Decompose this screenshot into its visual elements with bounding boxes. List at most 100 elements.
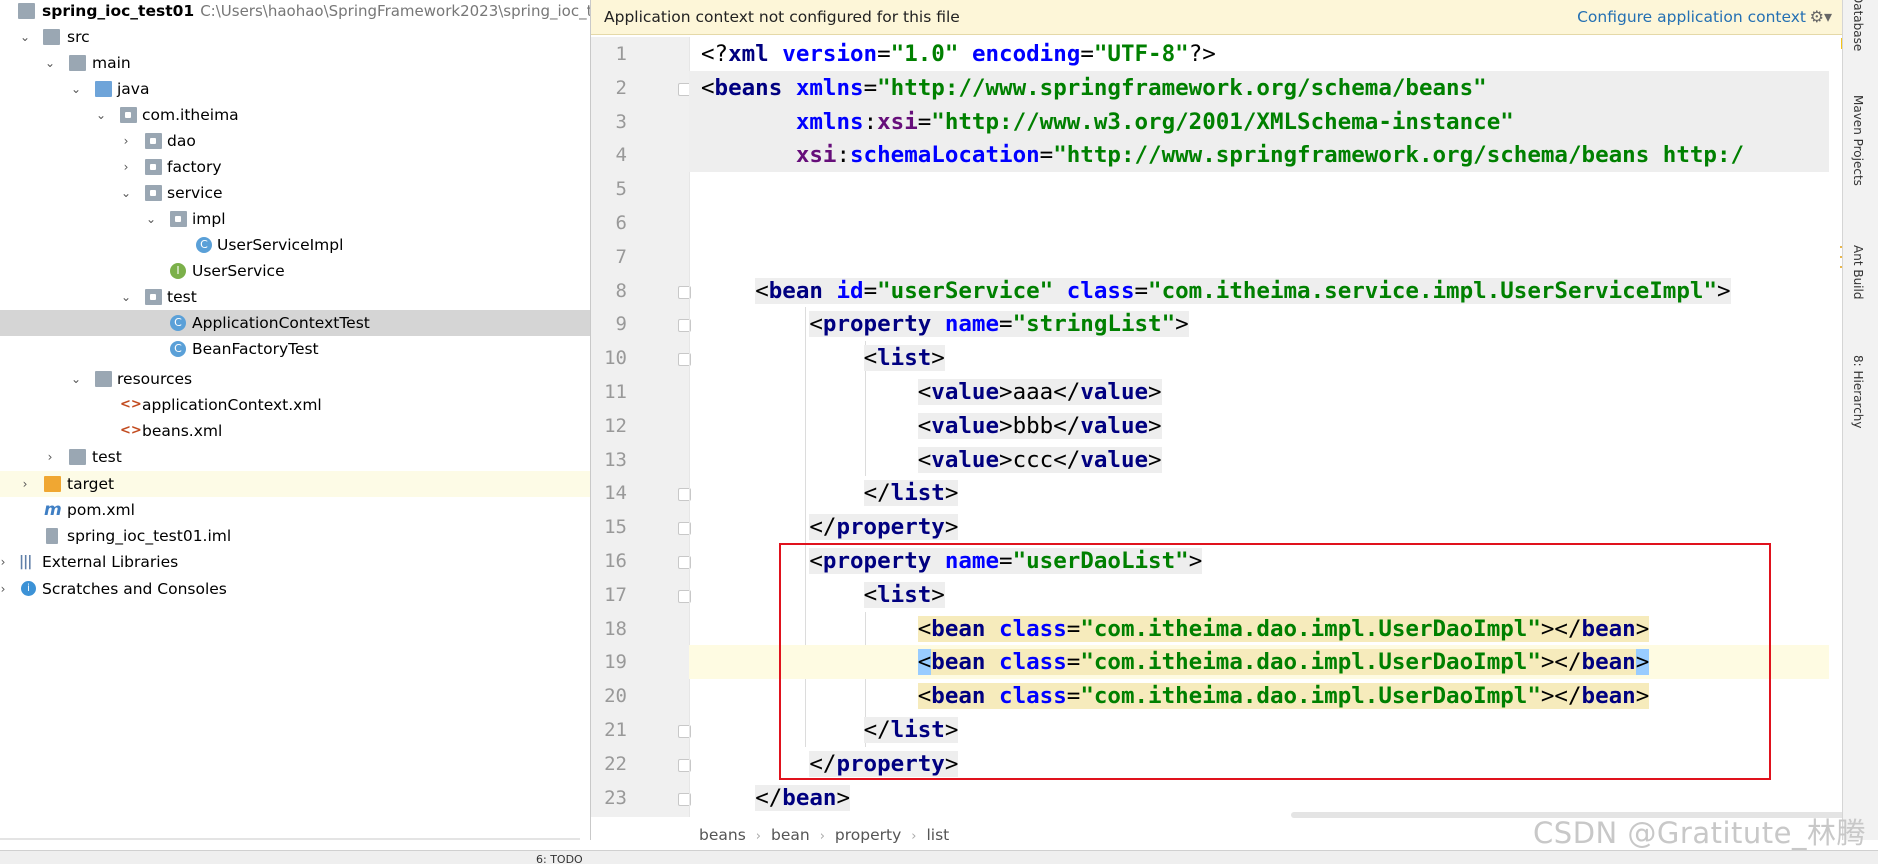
chevron-right-icon[interactable]: › bbox=[0, 549, 10, 575]
code-line: </property> bbox=[809, 514, 959, 540]
chevron-right-icon[interactable]: › bbox=[18, 471, 32, 497]
tree-item-src[interactable]: ⌄ src bbox=[0, 24, 590, 50]
code-line-current: <bean class="com.itheima.dao.impl.UserDa… bbox=[689, 645, 1829, 679]
tab-hierarchy[interactable]: 8: Hierarchy bbox=[1851, 355, 1865, 429]
tab-ant-build[interactable]: Ant Build bbox=[1851, 245, 1865, 299]
tree-item-applicationcontexttest[interactable]: C ApplicationContextTest bbox=[0, 310, 590, 336]
tree-item-label: UserServiceImpl bbox=[217, 236, 344, 254]
breadcrumb-item[interactable]: beans bbox=[699, 826, 746, 844]
line-number: 3 bbox=[615, 111, 627, 133]
chevron-down-icon[interactable]: ⌄ bbox=[43, 50, 57, 76]
chevron-right-icon[interactable]: › bbox=[43, 444, 57, 470]
chevron-down-icon[interactable]: ⌄ bbox=[94, 102, 108, 128]
tree-item-resources[interactable]: ⌄ resources bbox=[0, 366, 590, 392]
line-number: 19 bbox=[604, 651, 627, 673]
tree-item-com-itheima[interactable]: ⌄ com.itheima bbox=[0, 102, 590, 128]
line-number-gutter[interactable]: 1 2 3 4 5 6 7 8 9 10 11 12 13 14 15 16 1… bbox=[591, 37, 691, 817]
package-icon bbox=[145, 133, 162, 149]
tab-maven-projects[interactable]: Maven Projects bbox=[1851, 95, 1865, 186]
chevron-right-icon[interactable]: › bbox=[119, 154, 133, 180]
chevron-right-icon[interactable]: › bbox=[0, 576, 10, 602]
tree-item-pom-xml[interactable]: m pom.xml bbox=[0, 497, 590, 523]
breadcrumb-separator-icon: › bbox=[911, 829, 917, 844]
breadcrumb-separator-icon: › bbox=[819, 829, 825, 844]
tree-item-label: test bbox=[167, 288, 197, 306]
tab-database[interactable]: Database bbox=[1851, 0, 1865, 51]
code-line: </list> bbox=[863, 717, 959, 743]
tree-item-label: src bbox=[67, 28, 90, 46]
tree-item-applicationcontext-xml[interactable]: <> applicationContext.xml bbox=[0, 392, 590, 418]
property-name-value: "stringList" bbox=[1012, 311, 1176, 337]
line-number: 13 bbox=[604, 449, 627, 471]
line-number: 11 bbox=[604, 381, 627, 403]
breadcrumb-item[interactable]: property bbox=[835, 826, 901, 844]
line-number: 1 bbox=[615, 43, 627, 65]
tree-item-label: dao bbox=[167, 132, 196, 150]
tree-item-test-dir[interactable]: › test bbox=[0, 444, 590, 470]
right-tool-strip: Database Maven Projects Ant Build 8: Hie… bbox=[1842, 0, 1878, 840]
package-icon bbox=[120, 107, 137, 123]
tree-item-beans-xml[interactable]: <> beans.xml bbox=[0, 418, 590, 444]
code-line: <list> bbox=[863, 582, 945, 608]
code-line: <property name="stringList"> bbox=[809, 311, 1189, 337]
tree-item-dao[interactable]: › dao bbox=[0, 128, 590, 154]
tree-item-test-pkg[interactable]: ⌄ test bbox=[0, 284, 590, 310]
xml-encoding-value: "UTF-8" bbox=[1093, 41, 1189, 67]
tree-item-main[interactable]: ⌄ main bbox=[0, 50, 590, 76]
horizontal-scrollbar[interactable] bbox=[0, 838, 580, 840]
chevron-down-icon[interactable]: ⌄ bbox=[119, 284, 133, 310]
tree-item-beanfactorytest[interactable]: C BeanFactoryTest bbox=[0, 336, 590, 362]
chevron-right-icon[interactable]: › bbox=[119, 128, 133, 154]
tab-todo[interactable]: 6: TODO bbox=[536, 853, 583, 864]
value-text: ccc bbox=[1012, 447, 1054, 473]
folder-icon bbox=[69, 449, 86, 465]
tree-item-service[interactable]: ⌄ service bbox=[0, 180, 590, 206]
line-number: 21 bbox=[604, 719, 627, 741]
interface-icon: I bbox=[170, 263, 186, 279]
bean-class-value: "com.itheima.dao.impl.UserDaoImpl" bbox=[1080, 683, 1541, 709]
tree-item-userserviceimpl[interactable]: C UserServiceImpl bbox=[0, 232, 590, 258]
configure-context-link[interactable]: Configure application context bbox=[1577, 0, 1806, 34]
gear-icon[interactable]: ⚙▾ bbox=[1810, 0, 1832, 34]
chevron-down-icon[interactable]: ⌄ bbox=[18, 24, 32, 50]
code-line: <list> bbox=[863, 345, 945, 371]
tree-item-target[interactable]: › target bbox=[0, 471, 590, 497]
code-line: xsi:schemaLocation="http://www.springfra… bbox=[689, 138, 1829, 172]
code-line: <bean class="com.itheima.dao.impl.UserDa… bbox=[917, 683, 1650, 709]
breadcrumb-item[interactable]: bean bbox=[771, 826, 810, 844]
tree-item-external-libraries[interactable]: › ||| External Libraries bbox=[0, 549, 590, 575]
tree-item-iml[interactable]: spring_ioc_test01.iml bbox=[0, 523, 590, 549]
value-text: bbb bbox=[1012, 413, 1054, 439]
chevron-down-icon[interactable]: ⌄ bbox=[144, 206, 158, 232]
tree-item-java[interactable]: ⌄ java bbox=[0, 76, 590, 102]
code-area[interactable]: <?xml version="1.0" encoding="UTF-8"?> <… bbox=[689, 37, 1829, 817]
line-number: 16 bbox=[604, 550, 627, 572]
code-line: <bean class="com.itheima.dao.impl.UserDa… bbox=[917, 616, 1650, 642]
xml-editor[interactable]: Application context not configured for t… bbox=[591, 0, 1842, 840]
code-line: <value>bbb</value> bbox=[917, 413, 1162, 439]
value-text: aaa bbox=[1012, 379, 1054, 405]
package-icon bbox=[145, 185, 162, 201]
tree-item-impl[interactable]: ⌄ impl bbox=[0, 206, 590, 232]
breadcrumb-item[interactable]: list bbox=[926, 826, 949, 844]
source-folder-icon bbox=[95, 81, 112, 97]
banner-message: Application context not configured for t… bbox=[604, 8, 960, 26]
tree-root[interactable]: spring_ioc_test01 C:\Users\haohao\SpringF… bbox=[0, 0, 590, 24]
line-number: 5 bbox=[615, 178, 627, 200]
notification-banner: Application context not configured for t… bbox=[591, 0, 1842, 35]
tree-item-factory[interactable]: › factory bbox=[0, 154, 590, 180]
line-number: 2 bbox=[615, 77, 627, 99]
tree-item-userservice[interactable]: I UserService bbox=[0, 258, 590, 284]
line-number: 15 bbox=[604, 516, 627, 538]
line-number: 22 bbox=[604, 753, 627, 775]
bean-class-value: "com.itheima.service.impl.UserServiceImp… bbox=[1148, 278, 1717, 304]
tree-item-label: impl bbox=[192, 210, 226, 228]
tree-item-label: factory bbox=[167, 158, 222, 176]
chevron-down-icon[interactable]: ⌄ bbox=[69, 366, 83, 392]
tree-item-label: applicationContext.xml bbox=[142, 396, 322, 414]
chevron-down-icon[interactable]: ⌄ bbox=[119, 180, 133, 206]
tree-item-scratches[interactable]: › i Scratches and Consoles bbox=[0, 576, 590, 602]
property-name-value: "userDaoList" bbox=[1012, 548, 1189, 574]
maven-icon: m bbox=[44, 500, 62, 520]
chevron-down-icon[interactable]: ⌄ bbox=[69, 76, 83, 102]
